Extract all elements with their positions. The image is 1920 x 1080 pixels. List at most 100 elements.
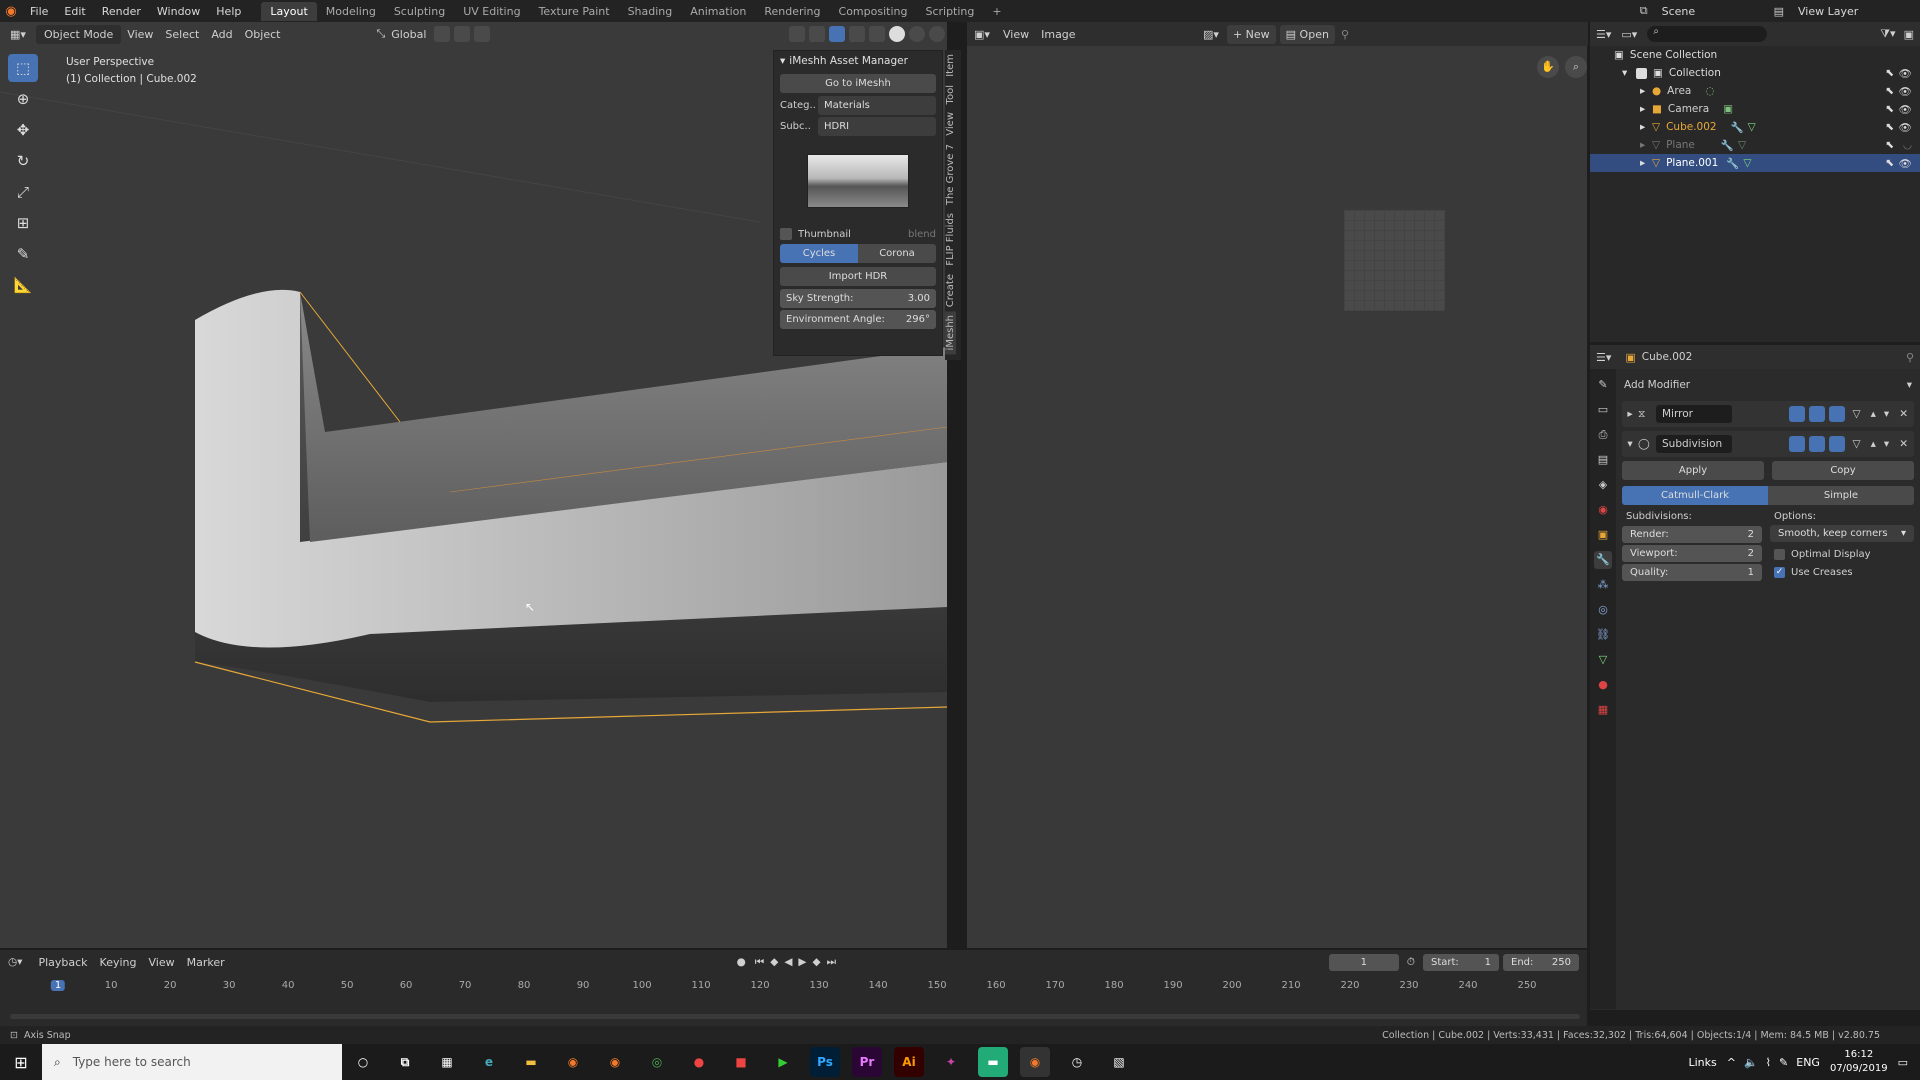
visibility-eye-icon[interactable]: 👁 [1899, 121, 1912, 134]
outliner-scene-collection[interactable]: ▣ Scene Collection [1590, 46, 1920, 64]
task-view-icon[interactable]: ⧉ [390, 1047, 420, 1077]
photos-icon[interactable]: ▧ [1104, 1047, 1134, 1077]
image-editor[interactable]: ▣▾ View Image ▨▾ + New ▤ Open ⚲ ✋ ⌕ [965, 22, 1589, 948]
pivot-icon[interactable] [434, 26, 451, 42]
xray-icon[interactable] [849, 26, 865, 42]
render-levels-field[interactable]: Render: 2 [1622, 525, 1762, 543]
add-workspace-icon[interactable]: + [983, 2, 1010, 21]
scene-icon[interactable]: ⧉ [1640, 4, 1648, 18]
app-clock-icon[interactable]: ◷ [1062, 1047, 1092, 1077]
optimal-display-checkbox[interactable] [1774, 548, 1785, 560]
material-tab-icon[interactable]: ● [1594, 676, 1612, 694]
outliner-item-area[interactable]: ▸ ● Area ◌ ⬉ 👁 [1590, 82, 1920, 100]
cage-icon[interactable]: ▽ [1853, 438, 1861, 450]
viewport-toggle-icon[interactable] [1808, 406, 1825, 422]
tab-modeling[interactable]: Modeling [317, 2, 385, 21]
notifications-icon[interactable]: ▭ [1898, 1056, 1908, 1069]
snap-icon[interactable] [454, 26, 471, 42]
collapse-arrow-icon[interactable]: ▾ [780, 55, 785, 67]
tab-layout[interactable]: Layout [261, 1, 317, 21]
viewport-levels-field[interactable]: Viewport: 2 [1622, 544, 1762, 562]
tab-compositing[interactable]: Compositing [830, 2, 917, 21]
transform-icon[interactable]: ⊞ [8, 209, 38, 237]
properties-editor-icon[interactable]: ☰▾ [1596, 351, 1611, 364]
viewport-menu-add[interactable]: Add [205, 28, 238, 41]
editor-type-icon[interactable]: ▦▾ [0, 28, 36, 41]
collection-checkbox[interactable] [1636, 67, 1647, 79]
viewport-toggle-icon[interactable] [1808, 436, 1825, 452]
selectable-arrow-icon[interactable]: ⬉ [1885, 157, 1894, 169]
pin-icon[interactable]: ⚲ [1906, 351, 1914, 364]
imeshh-panel-header[interactable]: ▾ iMeshh Asset Manager [774, 51, 942, 71]
viewport-menu-object[interactable]: Object [239, 28, 287, 41]
mirror-name-field[interactable]: Mirror [1656, 405, 1732, 423]
timeline-scrollbar[interactable] [10, 1014, 1580, 1019]
hidden-eye-icon[interactable]: ◡ [1903, 139, 1912, 151]
tray-chevron-icon[interactable]: ^ [1727, 1056, 1736, 1069]
viewport-menu-view[interactable]: View [121, 28, 159, 41]
outliner-item-cube[interactable]: ▸ ▽ Cube.002 🔧 ▽ ⬉ 👁 [1590, 118, 1920, 136]
selectable-arrow-icon[interactable]: ⬉ [1885, 139, 1894, 151]
filter-icon[interactable]: ⧩▾ [1880, 27, 1895, 41]
outliner-item-plane[interactable]: ▸ ▽ Plane 🔧 ▽ ⬉ ◡ [1590, 136, 1920, 154]
edge-icon[interactable]: e [474, 1047, 504, 1077]
premiere-icon[interactable]: Pr [852, 1047, 882, 1077]
expand-arrow-icon[interactable]: ▾ [1622, 438, 1638, 450]
illustrator-icon[interactable]: Ai [894, 1047, 924, 1077]
blender-active-icon[interactable]: ◉ [1020, 1047, 1050, 1077]
language-indicator[interactable]: ENG [1796, 1056, 1820, 1069]
view-layer-selector[interactable]: View Layer [1790, 5, 1920, 18]
expand-arrow-icon[interactable]: ▾ [1622, 67, 1636, 79]
editmode-toggle-icon[interactable] [1788, 406, 1805, 422]
menu-help[interactable]: Help [208, 5, 249, 18]
tab-imeshh[interactable]: iMeshh [945, 311, 956, 355]
blender-app-icon[interactable]: ◉ [558, 1047, 588, 1077]
tab-item[interactable]: Item [945, 50, 956, 81]
quality-field[interactable]: Quality: 1 [1622, 563, 1762, 581]
mirror-modifier-header[interactable]: ▸ ⧖ Mirror ▽ ▴ ▾ ✕ [1622, 401, 1914, 427]
tool-tab-icon[interactable]: ✎ [1594, 376, 1612, 394]
shading-solid-icon[interactable] [889, 26, 905, 42]
uv-smooth-dropdown[interactable]: Smooth, keep corners ▾ [1770, 525, 1914, 542]
move-down-icon[interactable]: ▾ [1884, 408, 1889, 420]
windows-start-icon[interactable]: ⊞ [0, 1053, 42, 1072]
orientation-dropdown[interactable]: Global [385, 28, 432, 41]
outliner-item-plane-001[interactable]: ▸ ▽ Plane.001 🔧 ▽ ⬉ 👁 [1590, 154, 1920, 172]
constraints-tab-icon[interactable]: ⛓ [1594, 626, 1612, 644]
modifier-tab-icon[interactable]: 🔧 [1594, 551, 1612, 569]
new-collection-icon[interactable]: ▣ [1904, 28, 1914, 41]
object-tab-icon[interactable]: ▣ [1594, 526, 1612, 544]
timeline-ruler[interactable]: 1 10 20 30 40 50 60 70 80 90 100 110 120 130 140 150 160… [0, 950, 1587, 1036]
photoshop-icon[interactable]: Ps [810, 1047, 840, 1077]
render-toggle-icon[interactable] [1828, 436, 1845, 452]
gizmo-icon[interactable] [809, 26, 825, 42]
tab-view[interactable]: View [945, 108, 956, 140]
expand-arrow-icon[interactable]: ▸ [1622, 408, 1638, 420]
shading-material-icon[interactable] [909, 26, 925, 42]
texture-tab-icon[interactable]: ▦ [1594, 701, 1612, 719]
visibility-icon[interactable] [789, 26, 805, 42]
tab-uv-editing[interactable]: UV Editing [454, 2, 529, 21]
subdivision-modifier-header[interactable]: ▾ ◯ Subdivision ▽ ▴ ▾ ✕ [1622, 431, 1914, 457]
apply-button[interactable]: Apply [1622, 461, 1764, 480]
close-icon[interactable]: ✕ [1899, 438, 1908, 450]
selectable-arrow-icon[interactable]: ⬉ [1885, 85, 1894, 97]
data-tab-icon[interactable]: ▽ [1594, 651, 1612, 669]
close-icon[interactable]: ✕ [1899, 408, 1908, 420]
overlay-icon[interactable] [829, 26, 845, 42]
optimal-display-row[interactable]: Optimal Display [1770, 545, 1914, 563]
tab-animation[interactable]: Animation [681, 2, 755, 21]
scene-tab-icon[interactable]: ◈ [1594, 476, 1612, 494]
output-tab-icon[interactable]: ⎙ [1594, 426, 1612, 444]
blender-logo-icon[interactable]: ◉ [0, 4, 22, 19]
physics-tab-icon[interactable]: ◎ [1594, 601, 1612, 619]
menu-render[interactable]: Render [94, 5, 149, 18]
transform-orientation-icon[interactable]: ⤡ [376, 27, 385, 41]
tab-sculpting[interactable]: Sculpting [385, 2, 454, 21]
tab-shading[interactable]: Shading [619, 2, 682, 21]
rotate-icon[interactable]: ↻ [8, 147, 38, 175]
cortana-icon[interactable]: ○ [348, 1047, 378, 1077]
blender-alt-icon[interactable]: ◉ [600, 1047, 630, 1077]
visibility-eye-icon[interactable]: 👁 [1899, 157, 1912, 170]
copy-button[interactable]: Copy [1772, 461, 1914, 480]
